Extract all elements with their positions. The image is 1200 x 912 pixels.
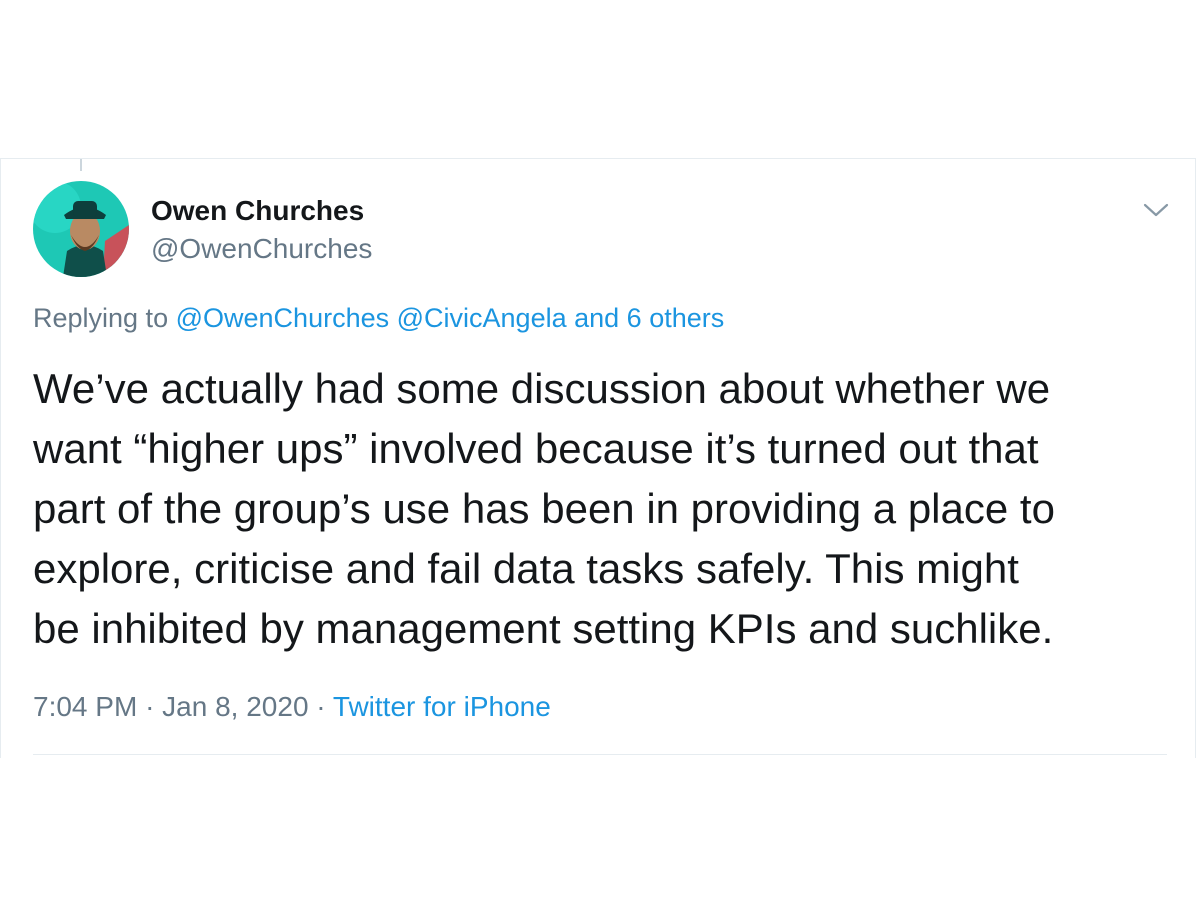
author-name[interactable]: Owen Churches [151,195,364,227]
meta-separator: · [316,691,326,722]
tweet-metadata: 7:04 PM · Jan 8, 2020 · Twitter for iPho… [33,691,551,723]
tweet-card: Owen Churches @OwenChurches Replying to … [0,158,1196,758]
mention-link-owenchurches[interactable]: @OwenChurches [176,303,390,333]
tweet-source-link[interactable]: Twitter for iPhone [333,691,551,722]
others-link[interactable]: and 6 others [574,303,724,333]
tweet-date[interactable]: Jan 8, 2020 [162,691,308,722]
author-handle[interactable]: @OwenChurches [151,233,372,265]
thread-connector-line [80,159,82,171]
page: Owen Churches @OwenChurches Replying to … [0,0,1200,912]
tweet-text: We’ve actually had some discussion about… [33,365,1055,652]
meta-separator: · [145,691,155,722]
chevron-down-icon[interactable] [1141,195,1171,225]
tweet-time[interactable]: 7:04 PM [33,691,137,722]
avatar[interactable] [33,181,129,277]
divider [33,754,1167,755]
mention-link-civicangela[interactable]: @CivicAngela [397,303,567,333]
avatar-image [33,181,129,277]
reply-context: Replying to @OwenChurches @CivicAngela a… [33,303,724,334]
reply-prefix: Replying to [33,303,169,333]
